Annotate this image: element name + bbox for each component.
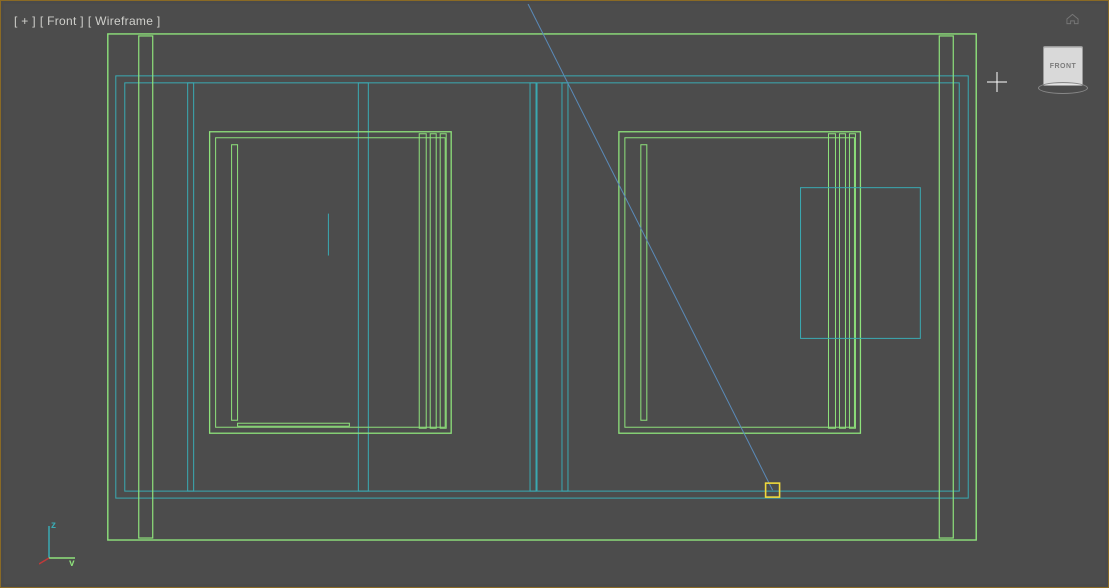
right-small-plane — [801, 188, 921, 339]
col-left-a — [188, 83, 194, 491]
left-window-stile-a — [419, 134, 426, 428]
stud-right — [939, 36, 953, 538]
col-mid-a — [530, 83, 536, 491]
right-window-inner — [625, 138, 855, 427]
canvas — [4, 4, 1105, 585]
viewport-view-name[interactable]: [ Front ] — [40, 14, 84, 28]
left-window-stile-c — [440, 134, 446, 428]
col-left-b — [358, 83, 368, 491]
right-window-stile-a — [828, 134, 835, 428]
viewcube-face-front[interactable]: FRONT — [1043, 46, 1083, 86]
selected-vertex-marker[interactable] — [766, 483, 780, 497]
viewport[interactable]: [ + ] [ Front ] [ Wireframe ] FRONT — [4, 4, 1105, 584]
col-right-a — [562, 83, 568, 491]
plane-outer-2 — [125, 83, 959, 491]
viewport-maximize-toggle[interactable]: [ + ] — [14, 14, 36, 28]
viewport-shading-mode[interactable]: [ Wireframe ] — [88, 14, 161, 28]
right-window-stile-c — [849, 134, 855, 428]
left-window-jamb — [232, 145, 238, 420]
right-window-outer — [619, 132, 861, 433]
viewcube-ring[interactable] — [1038, 82, 1088, 94]
left-window-stile-b — [430, 134, 436, 428]
left-window-inner — [216, 138, 446, 427]
viewport-label[interactable]: [ + ] [ Front ] [ Wireframe ] — [14, 14, 160, 28]
plane-outer-1 — [116, 76, 968, 498]
axis-gizmo: z y — [39, 520, 81, 566]
cursor-crosshair — [987, 72, 1007, 92]
stud-left — [139, 36, 153, 538]
viewcube[interactable]: FRONT — [1043, 46, 1083, 86]
diagonal-line — [528, 4, 773, 490]
app-frame: [ + ] [ Front ] [ Wireframe ] FRONT — [0, 0, 1109, 588]
right-window-jamb — [641, 145, 647, 420]
wall-outer — [108, 34, 976, 540]
left-window-outer — [210, 132, 452, 433]
left-window-sill — [238, 423, 350, 426]
right-window-stile-b — [839, 134, 845, 428]
axis-y-label: y — [69, 558, 75, 566]
viewcube-home-icon[interactable] — [1066, 13, 1079, 25]
axis-z-label: z — [51, 520, 56, 531]
